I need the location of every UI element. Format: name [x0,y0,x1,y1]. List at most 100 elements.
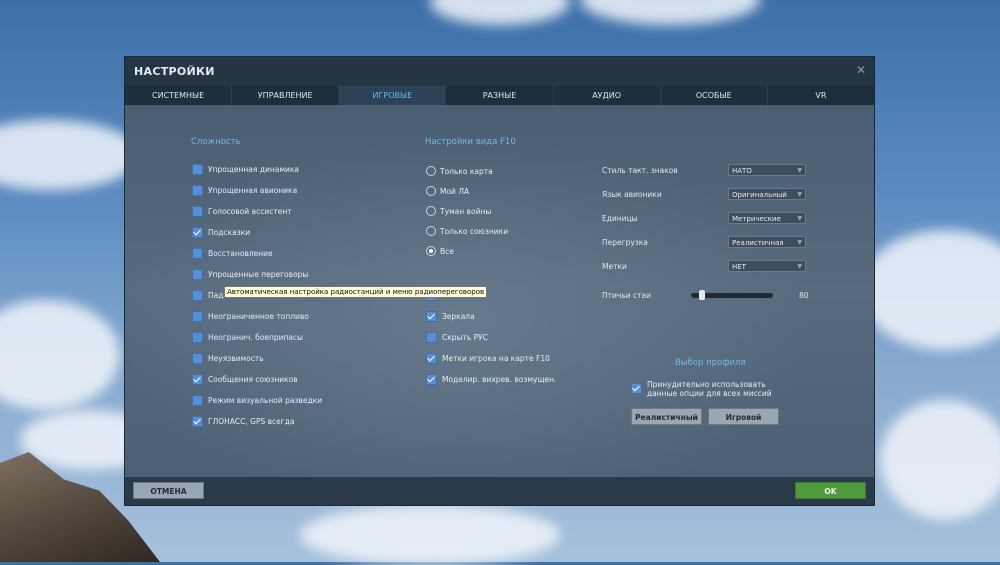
checkbox-label: ГЛОНАСС, GPS всегда [208,417,295,426]
radio-all[interactable]: Все [426,246,454,256]
checkbox[interactable] [192,227,203,238]
radio-map-only[interactable]: Только карта [426,166,493,176]
radio-button[interactable] [426,206,436,216]
checkbox-label: Упрощенная авионика [208,186,298,195]
radio-button[interactable] [426,246,436,256]
checkbox[interactable] [426,332,437,343]
checkbox-label: Восстановление [208,249,273,258]
checkbox[interactable] [426,353,437,364]
option-label-tactical-symbols: Стиль такт. знаков [602,166,678,175]
checkbox-voice-assistant[interactable]: Голосовой ассистент [192,206,292,217]
radio-allies-only[interactable]: Только союзники [426,226,508,236]
checkbox-visual-recon[interactable]: Режим визуальной разведки [192,395,322,406]
flock-slider[interactable] [691,290,773,300]
checkbox-hide-stick[interactable]: Скрыть РУС [426,332,488,343]
radio-label: Только союзники [440,226,509,236]
close-icon[interactable]: ✕ [856,63,866,77]
checkbox[interactable] [192,416,203,427]
radio-button[interactable] [426,226,436,236]
checkbox-simplified-avionics[interactable]: Упрощенная авионика [192,185,297,196]
ok-button[interactable]: OK [795,482,866,499]
tab-audio[interactable]: АУДИО [554,86,661,105]
chevron-down-icon: ▼ [797,191,802,198]
checkbox-simplified-comms[interactable]: Упрощенные переговоры [192,269,308,280]
select-g-effects[interactable]: Реалистичная ▼ [728,236,806,248]
background-cloud [430,0,570,25]
background-cloud [580,0,760,25]
checkbox-padlock[interactable]: Падл [192,290,228,301]
checkbox[interactable] [426,311,437,322]
checkbox-unlimited-fuel[interactable]: Неограниченное топливо [192,311,309,322]
difficulty-title: Сложность [191,137,241,147]
radio-label: Туман войны [440,206,492,216]
slider-handle[interactable] [699,290,705,300]
checkbox[interactable] [192,395,203,406]
checkbox-label: Голосовой ассистент [208,207,292,216]
chevron-down-icon: ▼ [797,239,802,246]
settings-content: Сложность Упрощенная динамика Упрощенная… [125,105,874,477]
chevron-down-icon: ▼ [797,215,802,222]
checkbox-label: Зеркала [442,312,475,321]
checkbox-wake-turbulence[interactable]: Моделир. вихрев. возмущен. [426,374,556,385]
radio-label: Только карта [440,166,493,176]
select-avionics-language[interactable]: Оригинальный ▼ [728,188,806,200]
checkbox-force-options[interactable]: Принудительно использовать данные опции … [631,380,772,398]
chevron-down-icon: ▼ [797,167,802,174]
cancel-button[interactable]: ОТМЕНА [133,482,204,499]
checkbox-restore[interactable]: Восстановление [192,248,273,259]
checkbox-label: Неогранич. боеприпасы [208,333,304,342]
radio-button[interactable] [426,166,436,176]
checkbox-ally-messages[interactable]: Сообщения союзников [192,374,298,385]
checkbox[interactable] [426,374,437,385]
option-label-units: Единицы [602,214,638,223]
checkbox-mirrors[interactable]: Зеркала [426,311,475,322]
option-label-labels: Метки [602,262,627,271]
radio-my-aircraft[interactable]: Мой ЛА [426,186,469,196]
settings-dialog: НАСТРОЙКИ ✕ СИСТЕМНЫЕ УПРАВЛЕНИЕ ИГРОВЫЕ… [125,57,874,505]
checkbox[interactable] [192,311,203,322]
checkbox-player-labels-f10[interactable]: Метки игрока на карте F10 [426,353,550,364]
checkbox[interactable] [192,332,203,343]
checkbox[interactable] [192,185,203,196]
checkbox[interactable] [631,383,642,394]
force-options-label: Принудительно использовать данные опции … [647,380,772,398]
checkbox-label: Неограниченное топливо [208,312,309,321]
checkbox-label: Сообщения союзников [208,375,298,384]
tab-vr[interactable]: VR [768,86,874,105]
background-cloud [860,230,1000,350]
checkbox[interactable] [192,374,203,385]
chevron-down-icon: ▼ [797,263,802,270]
tooltip: Автоматическая настройка радиостанций и … [224,286,488,298]
checkbox-hints[interactable]: Подсказки [192,227,250,238]
checkbox[interactable] [192,290,203,301]
tab-controls[interactable]: УПРАВЛЕНИЕ [232,86,340,105]
checkbox[interactable] [192,248,203,259]
checkbox[interactable] [192,206,203,217]
tab-misc[interactable]: РАЗНЫЕ [446,86,554,105]
game-profile-button[interactable]: Игровой [708,408,779,425]
checkbox-unlimited-ammo[interactable]: Неогранич. боеприпасы [192,332,303,343]
tab-special[interactable]: ОСОБЫЕ [661,86,768,105]
profile-title: Выбор профиля [675,358,746,368]
realistic-profile-button[interactable]: Реалистичный [631,408,702,425]
radio-fog-of-war[interactable]: Туман войны [426,206,491,216]
flock-value: 80 [799,291,809,300]
background-cloud [300,505,560,565]
checkbox[interactable] [192,269,203,280]
option-label-g-effects: Перегрузка [602,238,648,247]
checkbox[interactable] [192,164,203,175]
select-tactical-symbols[interactable]: НАТО ▼ [728,164,806,176]
tab-gameplay[interactable]: ИГРОВЫЕ [339,86,447,105]
checkbox-gps-always[interactable]: ГЛОНАСС, GPS всегда [192,416,295,427]
checkbox-label: Неуязвимость [208,354,264,363]
dialog-title: НАСТРОЙКИ [134,65,215,78]
option-label-avionics-language: Язык авионики [602,190,662,199]
select-labels[interactable]: НЕТ ▼ [728,260,806,272]
tab-system[interactable]: СИСТЕМНЫЕ [125,86,233,105]
checkbox[interactable] [192,353,203,364]
select-units[interactable]: Метрические ▼ [728,212,806,224]
radio-button[interactable] [426,186,436,196]
checkbox-simplified-dynamics[interactable]: Упрощенная динамика [192,164,299,175]
checkbox-invulnerability[interactable]: Неуязвимость [192,353,264,364]
checkbox-label: Упрощенная динамика [208,165,300,174]
